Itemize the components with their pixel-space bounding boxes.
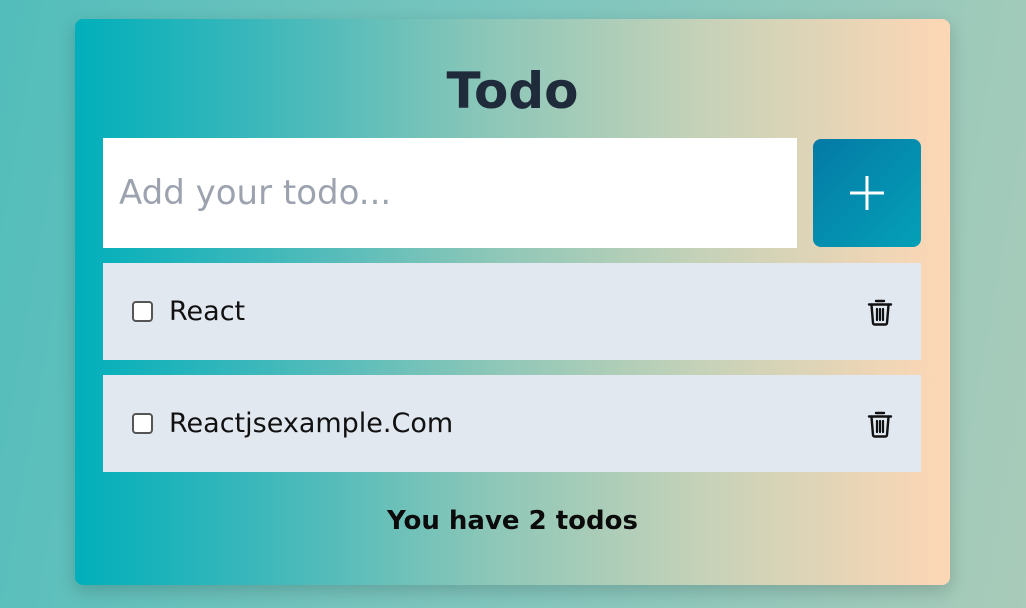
todo-checkbox[interactable] xyxy=(132,301,153,322)
todo-item: Reactjsexample.Com xyxy=(103,375,921,472)
trash-icon xyxy=(867,299,893,326)
todo-item: React xyxy=(103,263,921,360)
delete-todo-button[interactable] xyxy=(866,298,894,326)
delete-todo-button[interactable] xyxy=(866,410,894,438)
todo-checkbox[interactable] xyxy=(132,413,153,434)
plus-icon xyxy=(850,176,884,210)
todo-label: React xyxy=(169,296,246,327)
todo-list: React Reactjsexample.Com xyxy=(103,263,921,487)
todo-label: Reactjsexample.Com xyxy=(169,408,454,439)
todo-count: You have 2 todos xyxy=(387,506,638,536)
todo-card: Todo React Reactjsexample xyxy=(75,19,950,585)
add-todo-button[interactable] xyxy=(813,139,921,247)
app-title: Todo xyxy=(446,62,579,120)
add-todo-row xyxy=(103,138,921,248)
todo-input[interactable] xyxy=(103,138,797,248)
trash-icon xyxy=(867,411,893,438)
